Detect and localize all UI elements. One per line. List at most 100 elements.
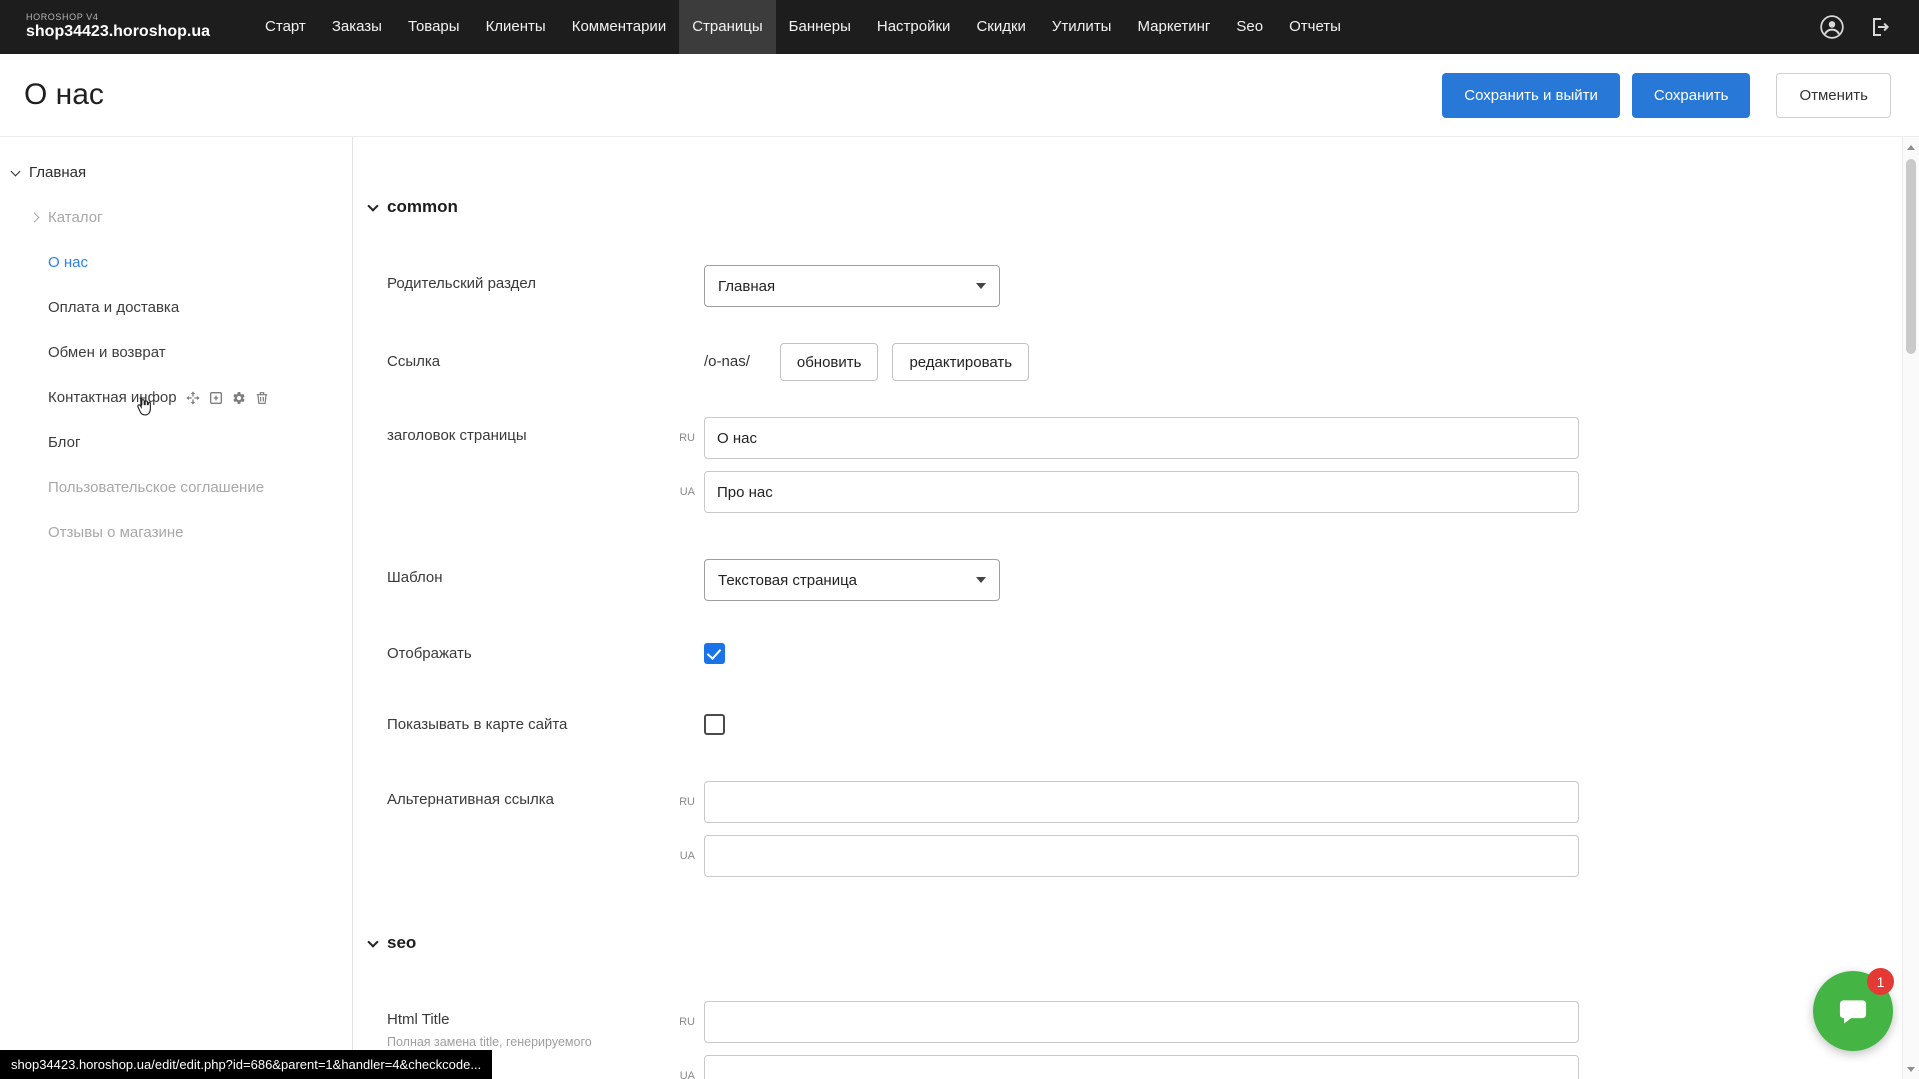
alt-link-ru-line: RU [669,781,1579,823]
chevron-down-icon [11,166,21,176]
sidebar-item-blog[interactable]: Блог [0,420,352,465]
sidebar-item-label: Каталог [48,209,103,226]
sidebar-item-label: Блог [48,434,80,451]
chat-bubble-icon [1834,992,1872,1030]
sidebar-item-kontaktnaya-infor[interactable]: Контактная инфор [0,375,352,420]
sidebar-item-label: Отзывы о магазине [48,524,183,541]
chevron-down-icon [367,936,378,947]
parent-section-value: Главная [718,278,775,295]
alt-link-label: Альтернативная ссылка [369,781,669,808]
vertical-scrollbar[interactable] [1902,137,1919,1079]
save-and-exit-button[interactable]: Сохранить и выйти [1442,73,1620,118]
nav-item-bannery[interactable]: Баннеры [776,0,864,54]
nav-item-stranitsy[interactable]: Страницы [679,0,775,54]
display-row: Отображать [369,643,1919,664]
brand-version: HOROSHOP V4 [26,13,210,23]
nav-item-kommentarii[interactable]: Комментарии [559,0,679,54]
sidebar-item-label: О нас [48,254,88,271]
page-body: Главная Каталог О нас Оплата и доставка … [0,136,1919,1079]
html-title-ru-line: RU [669,1001,1579,1043]
lang-ua-badge: UA [669,486,704,498]
nav-item-marketing[interactable]: Маркетинг [1124,0,1223,54]
link-edit-button[interactable]: редактировать [892,343,1029,381]
logout-icon[interactable] [1867,14,1893,40]
page-title-ua-input[interactable] [704,471,1579,513]
chat-unread-badge: 1 [1867,968,1894,995]
template-select[interactable]: Текстовая страница [704,559,1000,601]
section-common-toggle[interactable]: common [369,195,1919,219]
lang-ru-badge: RU [669,432,704,444]
page-title-row: заголовок страницы RU UA [369,417,1919,513]
nav-item-nastroyki[interactable]: Настройки [864,0,964,54]
nav-item-zakazy[interactable]: Заказы [319,0,395,54]
header-actions: Сохранить и выйти Сохранить Отменить [1442,73,1891,118]
topbar: HOROSHOP V4 shop34423.horoshop.ua Старт … [0,0,1919,54]
html-title-hint: Полная замена title, генерируемого [387,1035,717,1049]
brand-domain: shop34423.horoshop.ua [26,23,210,41]
page-title-inputs: RU UA [669,417,1579,513]
link-label: Ссылка [369,343,704,370]
html-title-ua-input[interactable] [704,1055,1579,1079]
chevron-down-icon [367,200,378,211]
add-page-icon[interactable] [208,390,224,406]
html-title-row: Html Title Полная замена title, генериру… [369,1001,1919,1079]
scroll-down-arrow-icon[interactable] [1903,1061,1919,1077]
link-refresh-button[interactable]: обновить [780,343,879,381]
section-title: seo [387,933,416,953]
sidebar-item-otzyvy-o-magazine[interactable]: Отзывы о магазине [0,510,352,555]
alt-link-ru-input[interactable] [704,781,1579,823]
link-row: Ссылка /o-nas/ обновить редактировать [369,343,1919,381]
alt-link-ua-line: UA [669,835,1579,877]
sidebar-item-glavnaya[interactable]: Главная [0,150,352,195]
scrollbar-thumb[interactable] [1906,159,1916,354]
parent-section-row: Родительский раздел Главная [369,265,1919,307]
parent-section-select[interactable]: Главная [704,265,1000,307]
html-title-ru-input[interactable] [704,1001,1579,1043]
sidebar-item-katalog[interactable]: Каталог [0,195,352,240]
html-title-inputs: RU UA [669,1001,1579,1079]
html-title-label: Html Title [387,1011,669,1028]
user-account-icon[interactable] [1819,14,1845,40]
chat-widget-button[interactable]: 1 [1813,971,1893,1051]
brand-logo[interactable]: HOROSHOP V4 shop34423.horoshop.ua [26,13,210,40]
lang-ua-badge: UA [669,850,704,862]
template-label: Шаблон [369,559,704,586]
page-title-label: заголовок страницы [369,417,669,444]
move-icon[interactable] [185,390,201,406]
nav-item-seo[interactable]: Seo [1223,0,1276,54]
nav-item-tovary[interactable]: Товары [395,0,473,54]
sidebar-item-polzovatelskoe-soglashenie[interactable]: Пользовательское соглашение [0,465,352,510]
nav-item-skidki[interactable]: Скидки [963,0,1038,54]
template-row: Шаблон Текстовая страница [369,559,1919,601]
cancel-button[interactable]: Отменить [1776,73,1891,118]
lang-ru-badge: RU [669,796,704,808]
section-title: common [387,197,458,217]
status-url-tooltip: shop34423.horoshop.ua/edit/edit.php?id=6… [0,1050,492,1079]
save-button[interactable]: Сохранить [1632,73,1751,118]
sitemap-label: Показывать в карте сайта [369,716,704,733]
sitemap-row: Показывать в карте сайта [369,714,1919,735]
sidebar-item-obmen-i-vozvrat[interactable]: Обмен и возврат [0,330,352,375]
nav-item-utility[interactable]: Утилиты [1039,0,1125,54]
nav-item-otchety[interactable]: Отчеты [1276,0,1354,54]
nav-item-klienty[interactable]: Клиенты [473,0,559,54]
alt-link-inputs: RU UA [669,781,1579,877]
page-title-ru-input[interactable] [704,417,1579,459]
section-seo-toggle[interactable]: seo [369,931,1919,955]
html-title-ua-line: UA [669,1055,1579,1079]
alt-link-ua-input[interactable] [704,835,1579,877]
settings-gear-icon[interactable] [231,390,247,406]
alt-link-row: Альтернативная ссылка RU UA [369,781,1919,877]
sidebar-item-o-nas[interactable]: О нас [0,240,352,285]
page-title-ua-line: UA [669,471,1579,513]
main-nav: Старт Заказы Товары Клиенты Комментарии … [252,0,1354,54]
sidebar-item-oplata-i-dostavka[interactable]: Оплата и доставка [0,285,352,330]
delete-trash-icon[interactable] [254,390,270,406]
nav-item-start[interactable]: Старт [252,0,319,54]
display-checkbox[interactable] [704,643,725,664]
template-value: Текстовая страница [718,572,857,589]
link-controls: /o-nas/ обновить редактировать [704,343,1029,381]
sitemap-checkbox[interactable] [704,714,725,735]
sidebar-item-label: Контактная инфор [48,389,177,406]
scroll-up-arrow-icon[interactable] [1903,139,1919,155]
